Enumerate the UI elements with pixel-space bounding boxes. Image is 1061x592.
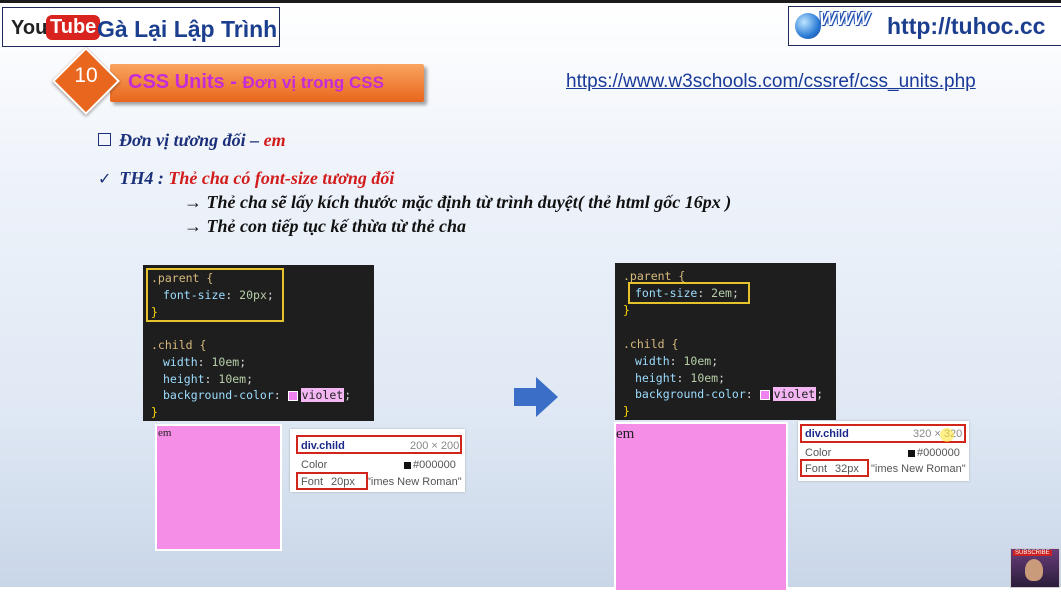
presenter-avatar: SUBSCRIBE [1010,548,1060,588]
inspector-tooltip-left: div.child 200 × 200 Color #000000 Font 2… [290,429,465,492]
code-child-selector: .child { [623,337,679,351]
code-width-prop: width [635,354,670,368]
bullet-unit: em [263,130,286,150]
channel-name: Gà Lại Lập Trình [97,16,278,42]
case-heading: ✓ TH4 : Thẻ cha có font-size tương đối [98,168,394,189]
code-bg-value: violet [300,388,345,402]
code-close-brace: } [623,303,630,317]
code-close-brace: } [151,405,158,419]
youtube-logo-you: You [11,17,48,39]
color-square-icon [404,461,411,469]
bullet-prefix: Đơn vị tương đối – [119,130,264,150]
arrow-right-icon [514,377,558,417]
code-close-brace: } [623,404,630,418]
code-width-value: 10em [683,354,712,368]
reference-link[interactable]: https://www.w3schools.com/cssref/css_uni… [566,71,976,93]
case-label: TH4 : [119,168,169,188]
code-width-prop: width [163,355,198,369]
tooltip-font-family: "imes New Roman" [367,476,462,488]
code-bg-value: violet [772,387,817,401]
code-bg-prop: background-color [635,387,746,401]
tooltip-color-value: #000000 [404,459,456,471]
code-bg-prop: background-color [163,388,274,402]
site-url: http://tuhoc.cc [887,13,1046,39]
bullet-relative-units: Đơn vị tương đối – em [98,130,286,151]
site-banner: WWW http://tuhoc.cc [788,6,1061,46]
color-swatch-icon [287,390,298,401]
color-swatch-icon [759,389,770,400]
note-parent: → Thẻ cha sẽ lấy kích thước mặc định từ … [184,192,732,212]
check-icon: ✓ [98,169,112,188]
child-box-text-right: em [616,426,635,442]
code-child-selector: .child { [151,338,207,352]
code-block-right: .parent { font-size: 2em; } .child { wid… [615,263,836,420]
highlight-tooltip-font [800,459,869,477]
tooltip-color-label: Color [805,447,832,459]
code-width-value: 10em [211,355,240,369]
child-box-preview-right [614,422,788,592]
code-height-prop: height [635,371,677,385]
globe-icon [795,13,821,39]
lesson-title-main: CSS Units - [128,71,243,93]
www-logo: WWW [819,9,870,29]
child-box-text-left: em [158,427,172,439]
subscribe-badge: SUBSCRIBE [1013,550,1052,556]
mouse-cursor-highlight [940,428,954,442]
tooltip-font-family: "imes New Roman" [871,463,966,475]
youtube-logo-tube: Tube [46,15,101,40]
tooltip-color-label: Color [301,459,328,471]
child-box-preview-left [155,424,282,551]
code-parent-selector: .parent { [623,269,686,283]
code-block-left: .parent { font-size: 20px; } .child { wi… [143,265,374,421]
youtube-channel-banner: You Tube Gà Lại Lập Trình [2,7,280,47]
lesson-title: CSS Units - Đơn vị trong CSS [128,71,384,94]
highlight-parent-font-size [628,282,750,304]
square-bullet-icon [98,133,111,146]
avatar-face [1025,559,1043,581]
note-child: → Thẻ con tiếp tục kế thừa từ thẻ cha [184,216,467,236]
case-text: Thẻ cha có font-size tương đối [168,168,395,188]
highlight-parent-rule [146,268,284,322]
highlight-tooltip-selector [296,435,462,454]
lesson-number: 10 [74,64,98,87]
code-height-value: 10em [218,372,247,386]
code-height-value: 10em [690,371,719,385]
tooltip-color-value: #000000 [908,447,960,459]
code-height-prop: height [163,372,205,386]
lesson-title-sub: Đơn vị trong CSS [242,73,384,92]
color-square-icon [908,449,915,457]
highlight-tooltip-font [296,472,368,490]
top-border [0,0,1061,3]
